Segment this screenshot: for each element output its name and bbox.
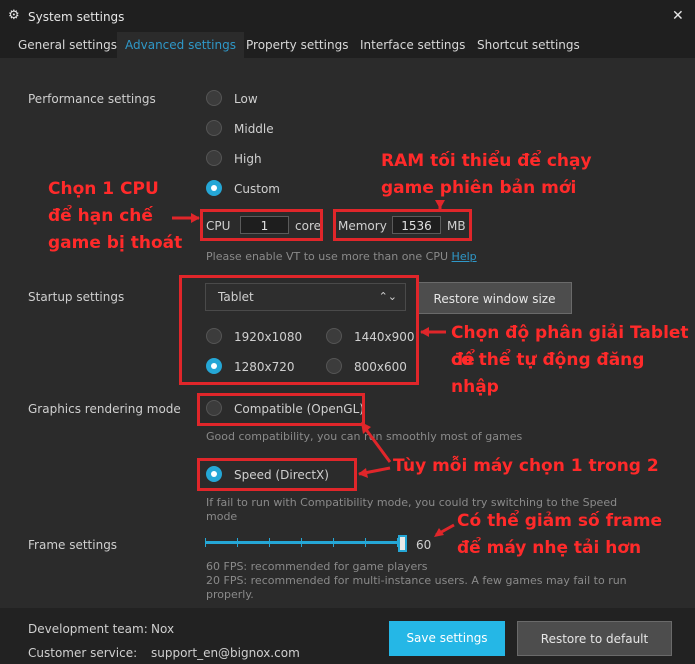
arrow-graphics-down-head xyxy=(358,468,368,478)
annotation-arrows xyxy=(172,200,455,537)
arrow-ram-head xyxy=(435,200,445,209)
arrow-resolution-head xyxy=(420,327,429,337)
arrow-cpu-head xyxy=(191,213,200,223)
